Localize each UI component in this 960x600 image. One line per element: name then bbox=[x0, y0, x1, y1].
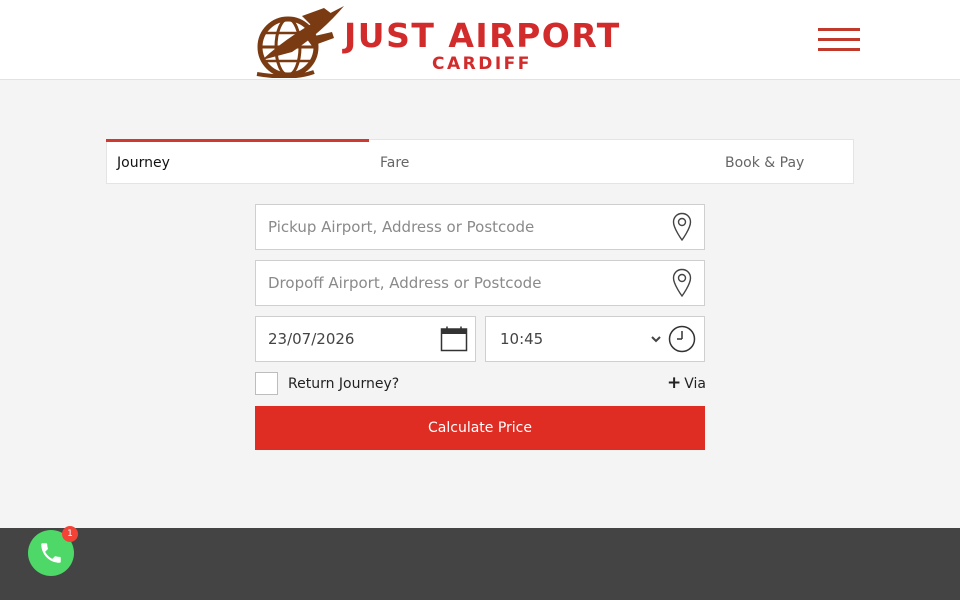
site-footer bbox=[0, 528, 960, 600]
brand-logo[interactable]: JUST AIRPORT CARDIFF bbox=[252, 2, 652, 78]
tab-book-and-pay[interactable]: Book & Pay bbox=[631, 140, 853, 183]
tab-fare[interactable]: Fare bbox=[369, 140, 631, 183]
date-input[interactable] bbox=[256, 317, 436, 361]
via-label: Via bbox=[684, 376, 706, 392]
airplane-globe-logo-icon bbox=[256, 6, 344, 78]
site-header: JUST AIRPORT CARDIFF bbox=[0, 0, 960, 80]
calculate-price-button[interactable]: Calculate Price bbox=[255, 406, 705, 450]
pickup-field bbox=[255, 204, 705, 250]
calendar-icon[interactable] bbox=[440, 317, 468, 361]
tab-book-and-pay-label: Book & Pay bbox=[725, 155, 805, 171]
location-pin-icon[interactable] bbox=[672, 261, 692, 305]
tab-journey[interactable]: Journey bbox=[106, 139, 369, 183]
dropoff-field bbox=[255, 260, 705, 306]
plus-icon: + bbox=[667, 373, 682, 393]
dropoff-input[interactable] bbox=[256, 261, 656, 305]
date-field bbox=[255, 316, 476, 362]
brand-location: CARDIFF bbox=[432, 54, 532, 74]
add-via-button[interactable]: + Via bbox=[667, 373, 706, 393]
hamburger-menu-icon[interactable] bbox=[816, 26, 862, 54]
brand-name: JUST AIRPORT bbox=[344, 16, 621, 55]
pickup-input[interactable] bbox=[256, 205, 656, 249]
phone-icon bbox=[41, 543, 61, 563]
return-journey-checkbox[interactable] bbox=[255, 372, 278, 395]
time-select[interactable]: 10:45 bbox=[486, 317, 664, 361]
location-pin-icon[interactable] bbox=[672, 205, 692, 249]
time-field: 10:45 bbox=[485, 316, 705, 362]
clock-icon bbox=[668, 317, 696, 361]
booking-steps-tabs: Journey Fare Book & Pay bbox=[106, 139, 854, 184]
notification-badge: 1 bbox=[62, 526, 78, 542]
return-journey-label[interactable]: Return Journey? bbox=[288, 376, 399, 392]
